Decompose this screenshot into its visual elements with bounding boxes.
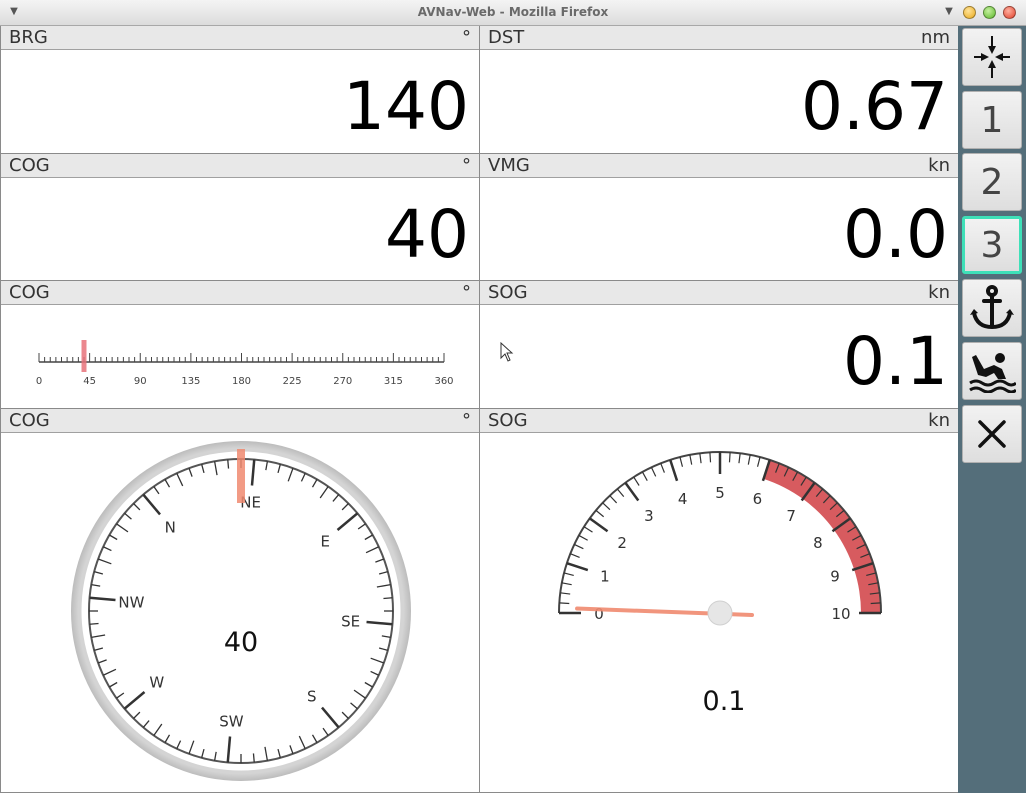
widget-unit: kn xyxy=(928,155,950,176)
window-arrow-icon[interactable]: ▼ xyxy=(943,6,955,18)
anchor-button[interactable] xyxy=(962,279,1022,337)
linear-tick-label: 180 xyxy=(232,376,251,387)
vmg-value: 0.0 xyxy=(843,196,948,273)
compass-label: S xyxy=(307,687,317,705)
cog-linear-gauge: 0 45 90 135 180 225 270 315 360 xyxy=(36,340,454,387)
compass-gauge: NNEESESSWWNW40 xyxy=(71,441,411,781)
gauge-value: 0.1 xyxy=(703,686,746,717)
gauge-tick-label: 4 xyxy=(678,490,688,508)
sog-value: 0.1 xyxy=(843,323,948,400)
page-3-label: 3 xyxy=(980,224,1004,266)
page-1-button[interactable]: 1 xyxy=(962,91,1022,149)
widget-unit: kn xyxy=(928,282,950,303)
widget-cog-linear[interactable]: COG ° 0 45 90 135 180 225 270 315 360 xyxy=(0,281,480,409)
cog-value: 40 xyxy=(385,196,469,273)
widget-name: VMG xyxy=(488,155,530,176)
gauge-tick-label: 6 xyxy=(753,490,763,508)
linear-tick-label: 0 xyxy=(36,376,42,387)
widget-sog-gauge[interactable]: SOG kn 0 1 2 3 4 5 6 7 8 9 10 0.1 xyxy=(479,409,959,793)
window-close-button[interactable] xyxy=(1003,6,1016,19)
linear-tick-label: 225 xyxy=(283,376,302,387)
compass-value: 40 xyxy=(224,627,258,658)
compass-tick xyxy=(252,753,255,763)
widget-sog[interactable]: SOG kn 0.1 xyxy=(479,281,959,409)
gauge-tick-label: 7 xyxy=(786,507,796,525)
widget-name: BRG xyxy=(9,27,48,48)
gauge-tick xyxy=(870,602,881,605)
widget-vmg[interactable]: VMG kn 0.0 xyxy=(479,154,959,281)
widget-name: COG xyxy=(9,155,50,176)
linear-tick-label: 45 xyxy=(83,376,96,387)
collapse-arrows-icon xyxy=(974,36,1010,78)
linear-tick-label: 90 xyxy=(134,376,147,387)
widget-dst[interactable]: DST nm 0.67 xyxy=(479,26,959,154)
collapse-button[interactable] xyxy=(962,28,1022,86)
button-sidebar: 1 2 3 xyxy=(958,26,1026,793)
gauge-tick-label: 10 xyxy=(831,605,850,623)
gauge-tick-label: 8 xyxy=(813,534,823,552)
cog-marker xyxy=(81,340,87,372)
close-button[interactable] xyxy=(962,405,1022,463)
gauge-tick xyxy=(559,602,570,605)
widget-unit: ° xyxy=(462,410,471,431)
gauge-tick-label: 9 xyxy=(830,568,840,586)
gauge-tick xyxy=(728,452,731,463)
man-overboard-icon xyxy=(969,353,1016,393)
anchor-icon xyxy=(970,285,1014,330)
widget-name: DST xyxy=(488,27,525,48)
widget-unit: ° xyxy=(462,27,471,48)
page-1-label: 1 xyxy=(980,99,1004,141)
widget-name: COG xyxy=(9,410,50,431)
widget-name: SOG xyxy=(488,282,528,303)
dst-value: 0.67 xyxy=(801,68,948,145)
compass-label: E xyxy=(321,532,330,550)
gauge-tick-label: 2 xyxy=(617,534,627,552)
page-2-label: 2 xyxy=(980,161,1004,203)
widget-name: SOG xyxy=(488,410,528,431)
linear-tick-label: 135 xyxy=(181,376,200,387)
brg-value: 140 xyxy=(343,68,469,145)
gauge-hub xyxy=(707,600,733,626)
compass-label: NW xyxy=(118,593,144,611)
widget-unit: kn xyxy=(928,410,950,431)
linear-tick-label: 270 xyxy=(333,376,352,387)
gauge-tick-label: 3 xyxy=(644,507,654,525)
gauge-face xyxy=(559,452,881,613)
compass-tick xyxy=(383,597,393,600)
speed-gauge: 01234 5 6789100.1 xyxy=(558,451,882,717)
window-maximize-button[interactable] xyxy=(983,6,996,19)
widget-name: COG xyxy=(9,282,50,303)
compass-label: SW xyxy=(219,713,244,731)
heading-marker xyxy=(237,449,245,503)
widget-cog[interactable]: COG ° 40 xyxy=(0,154,480,281)
gauge-tick-label: 5 xyxy=(715,484,725,502)
page-3-button[interactable]: 3 xyxy=(962,216,1022,274)
compass-tick xyxy=(227,459,230,469)
page-2-button[interactable]: 2 xyxy=(962,153,1022,211)
widget-unit: ° xyxy=(462,282,471,303)
compass-label: SE xyxy=(341,613,360,631)
mouse-cursor-icon xyxy=(500,342,514,362)
compass-label: W xyxy=(149,674,164,692)
window-minimize-button[interactable] xyxy=(963,6,976,19)
linear-tick-label: 360 xyxy=(434,376,453,387)
widget-unit: ° xyxy=(462,155,471,176)
window-title: AVNav-Web - Mozilla Firefox xyxy=(417,5,609,19)
widget-cog-compass[interactable]: COG ° N NE E SE S SW W NW 40 xyxy=(0,409,480,793)
compass-tick xyxy=(89,622,99,625)
gauge-tick-label: 1 xyxy=(600,568,610,586)
compass-label: N xyxy=(165,519,176,537)
widget-brg[interactable]: BRG ° 140 xyxy=(0,26,480,154)
window-titlebar: ▼ AVNav-Web - Mozilla Firefox ▼ xyxy=(0,0,1026,26)
gauge-tick xyxy=(709,452,712,463)
man-overboard-button[interactable] xyxy=(962,342,1022,400)
close-icon xyxy=(978,420,1006,448)
linear-tick-label: 315 xyxy=(384,376,403,387)
widget-unit: nm xyxy=(921,27,950,48)
